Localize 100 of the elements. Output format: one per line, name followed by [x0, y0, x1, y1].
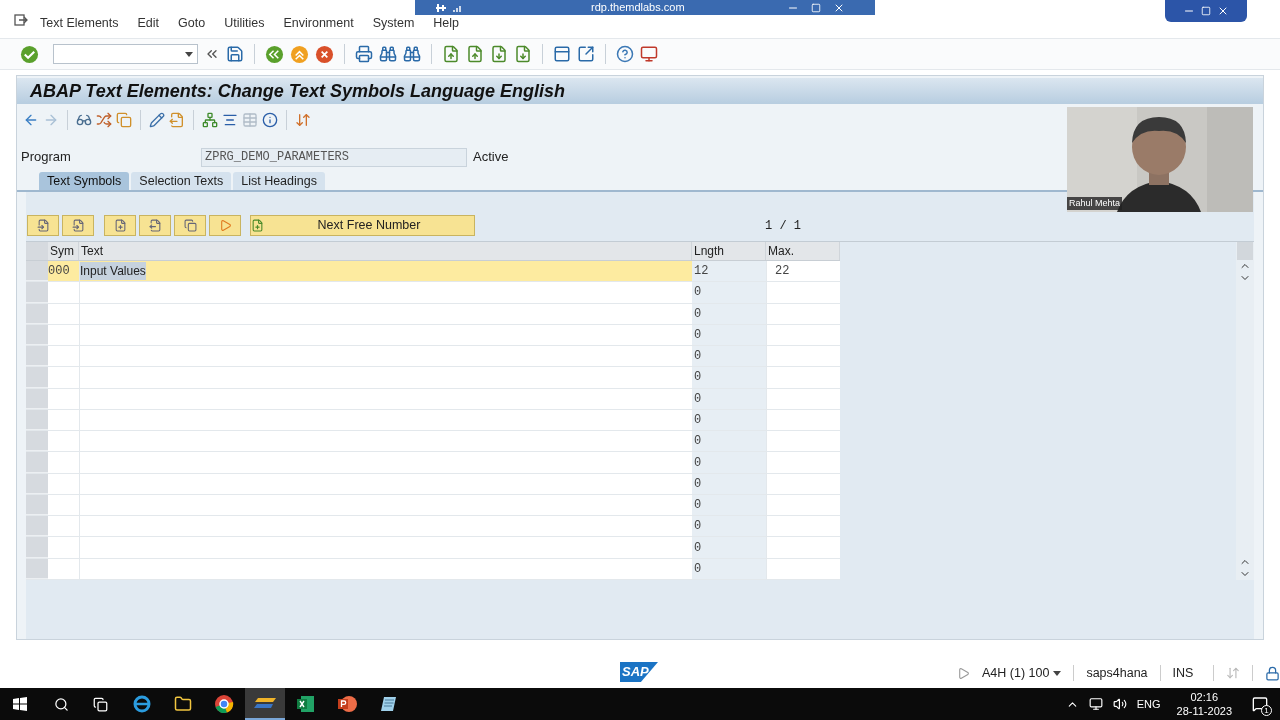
- spreadsheet-icon[interactable]: [297, 695, 315, 713]
- menu-item[interactable]: Goto: [178, 13, 206, 33]
- menu-item[interactable]: Edit: [137, 13, 160, 33]
- pencil-icon[interactable]: [149, 112, 165, 128]
- task-view-icon[interactable]: [93, 696, 108, 712]
- scroll-thumb[interactable]: [1237, 242, 1253, 260]
- binoculars-plus-icon[interactable]: [403, 45, 421, 63]
- tab[interactable]: Selection Texts: [131, 172, 232, 190]
- sort-icon[interactable]: [295, 112, 311, 128]
- program-field[interactable]: ZPRG_DEMO_PARAMETERS: [201, 147, 467, 167]
- system-info[interactable]: A4H (1) 100: [982, 663, 1062, 683]
- hierarchy-icon[interactable]: [202, 112, 218, 128]
- presentation-icon[interactable]: [338, 695, 358, 713]
- table-row[interactable]: 0: [26, 494, 840, 517]
- menu-item[interactable]: Text Elements: [40, 13, 119, 33]
- browser-icon[interactable]: [214, 694, 234, 714]
- lock-icon[interactable]: [1265, 665, 1280, 681]
- table-cell-text: 0: [694, 369, 702, 387]
- layout-icon[interactable]: [640, 45, 658, 63]
- globe-e-icon[interactable]: [132, 694, 152, 714]
- glasses-icon[interactable]: [76, 112, 92, 128]
- shortcut-icon[interactable]: [577, 45, 595, 63]
- table-cell-text: 0: [694, 475, 702, 493]
- network-icon[interactable]: [1088, 697, 1103, 711]
- info-icon[interactable]: [262, 112, 278, 128]
- tab[interactable]: Text Symbols: [39, 172, 130, 190]
- new-session-icon[interactable]: [553, 45, 571, 63]
- dropdown-icon: [1053, 670, 1062, 676]
- grid-button[interactable]: [27, 215, 59, 236]
- table-row[interactable]: 0: [26, 473, 840, 495]
- notification-icon[interactable]: [1252, 696, 1268, 712]
- back-icon[interactable]: [265, 44, 284, 64]
- table-cell-text: 0: [694, 412, 702, 429]
- table-row[interactable]: 0: [26, 324, 840, 347]
- table-cell-text: 0: [694, 348, 702, 366]
- table-cell[interactable]: Input Values: [80, 262, 146, 281]
- table-row[interactable]: 0: [26, 409, 840, 432]
- exit-icon[interactable]: [290, 44, 309, 64]
- language-indicator[interactable]: ENG: [1136, 695, 1161, 713]
- restore-icon[interactable]: [1201, 6, 1211, 16]
- table-row[interactable]: 0: [26, 452, 840, 474]
- previous-page-icon[interactable]: [466, 45, 484, 63]
- table-row[interactable]: 0: [26, 282, 840, 304]
- scrollbar[interactable]: [1236, 242, 1254, 580]
- grid-button[interactable]: [174, 215, 206, 236]
- pin-icon[interactable]: [435, 2, 447, 13]
- menu-icon[interactable]: [14, 14, 28, 26]
- next-page-icon[interactable]: [490, 45, 508, 63]
- menu-item[interactable]: System: [372, 13, 415, 33]
- folder-icon[interactable]: [174, 695, 192, 713]
- grid-button[interactable]: [104, 215, 136, 236]
- menu-item[interactable]: Environment: [283, 13, 354, 33]
- restore-icon[interactable]: [811, 2, 821, 13]
- close-icon[interactable]: [1217, 5, 1229, 17]
- next-free-number-button[interactable]: Next Free Number: [250, 215, 475, 236]
- shuffle-icon[interactable]: [96, 112, 112, 128]
- sap-gui-icon[interactable]: [254, 697, 276, 709]
- move-icon[interactable]: [169, 112, 185, 128]
- table-row[interactable]: 000 Input Values 12 22: [26, 261, 840, 283]
- table-row[interactable]: 0: [26, 346, 840, 368]
- command-field[interactable]: [53, 44, 198, 64]
- play-icon[interactable]: [957, 666, 970, 680]
- table-row[interactable]: 0: [26, 537, 840, 559]
- tab[interactable]: List Headings: [233, 172, 325, 190]
- remote-host-title: rdp.themdlabs.com: [591, 0, 685, 16]
- menu-item[interactable]: Help: [433, 13, 460, 33]
- column-header[interactable]: Lngth: [692, 242, 766, 260]
- printer-icon[interactable]: [355, 45, 373, 63]
- enter-icon[interactable]: [20, 44, 39, 64]
- column-header[interactable]: Sym: [48, 242, 79, 260]
- view-icon: [71, 219, 85, 232]
- volume-icon[interactable]: [1112, 697, 1127, 711]
- last-page-icon[interactable]: [514, 45, 532, 63]
- column-header[interactable]: Max.: [766, 242, 840, 260]
- copy-icon[interactable]: [116, 112, 132, 128]
- column-header[interactable]: Text: [79, 242, 692, 260]
- table-cell-text: 0: [694, 518, 702, 536]
- table-row[interactable]: 0: [26, 516, 840, 538]
- cancel-icon[interactable]: [315, 44, 334, 64]
- table-row[interactable]: 0: [26, 388, 840, 410]
- grid-button[interactable]: [139, 215, 171, 236]
- search-icon[interactable]: [54, 696, 69, 712]
- save-icon[interactable]: [226, 45, 244, 63]
- table-row[interactable]: 0: [26, 367, 840, 389]
- windows-start-icon[interactable]: [13, 697, 27, 711]
- help-icon[interactable]: [616, 45, 634, 63]
- table-cell-text: 0: [694, 433, 702, 451]
- first-page-icon[interactable]: [442, 45, 460, 63]
- insert-mode: INS: [1172, 664, 1194, 682]
- align-icon[interactable]: [222, 112, 238, 128]
- table-row[interactable]: 0: [26, 431, 840, 453]
- insert-row-icon: [113, 219, 127, 232]
- table-row[interactable]: 0: [26, 303, 840, 325]
- table-row[interactable]: 0: [26, 558, 840, 580]
- notepad-icon[interactable]: [380, 695, 398, 713]
- grid-button[interactable]: [209, 215, 241, 236]
- clock[interactable]: 02:16 28-11-2023: [1176, 690, 1232, 718]
- binoculars-icon[interactable]: [379, 45, 397, 63]
- menu-item[interactable]: Utilities: [224, 13, 265, 33]
- grid-button[interactable]: [62, 215, 94, 236]
